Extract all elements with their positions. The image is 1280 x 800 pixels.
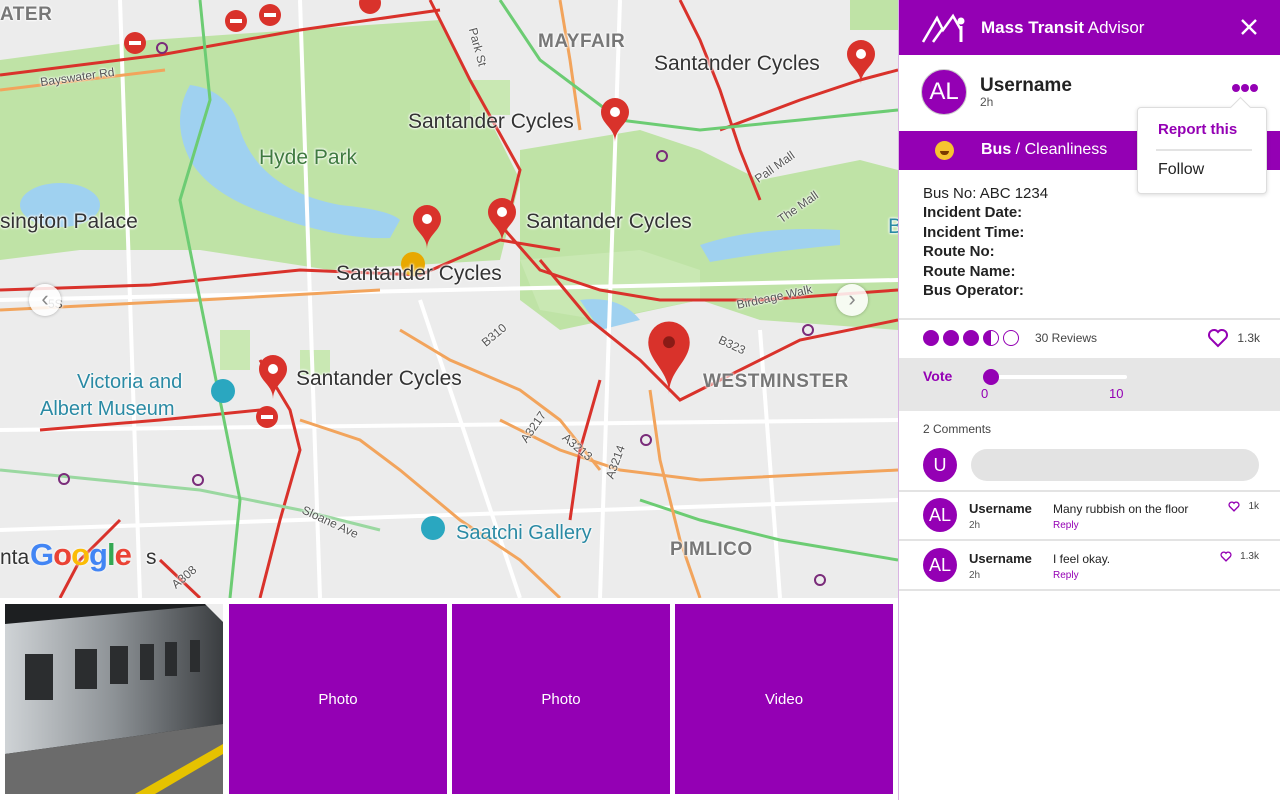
comment-time: 2h bbox=[969, 570, 981, 581]
rating-dot-icon bbox=[983, 330, 999, 346]
photo-tile[interactable]: Photo bbox=[452, 604, 670, 794]
rating-dot-icon bbox=[923, 330, 939, 346]
map-label: s bbox=[146, 546, 157, 569]
reply-link[interactable]: Reply bbox=[1053, 520, 1079, 531]
map-view[interactable]: ATER MAYFAIR Santander Cycles Santander … bbox=[0, 0, 898, 598]
map-pin-icon[interactable] bbox=[411, 205, 443, 249]
avatar[interactable]: AL bbox=[921, 69, 967, 115]
category-label: Bus / Cleanliness bbox=[981, 141, 1108, 158]
close-icon[interactable] bbox=[1236, 14, 1262, 40]
route-no-label: Route No: bbox=[923, 243, 995, 261]
comment-item: AL Username 2h Many rubbish on the floor… bbox=[899, 492, 1280, 541]
divider bbox=[899, 589, 1280, 591]
reply-link[interactable]: Reply bbox=[1053, 570, 1079, 581]
post-timestamp: 2h bbox=[980, 95, 994, 109]
map-label: nta bbox=[0, 546, 30, 569]
map-label-pimlico: PIMLICO bbox=[670, 539, 753, 560]
vote-min-label: 0 bbox=[981, 386, 989, 401]
likes-count: 1.3k bbox=[1237, 331, 1260, 345]
map-label-hyde-park: Hyde Park bbox=[259, 146, 358, 169]
comment-likes-count: 1.3k bbox=[1240, 551, 1259, 562]
heart-icon[interactable] bbox=[1228, 501, 1240, 512]
panel-header: Mass Transit Advisor bbox=[899, 0, 1280, 55]
likes[interactable]: 1.3k bbox=[1207, 328, 1260, 348]
avatar[interactable]: AL bbox=[923, 548, 957, 582]
map-pin-icon[interactable] bbox=[599, 98, 631, 142]
smile-emoji-icon bbox=[935, 141, 954, 160]
options-dropdown: Report this Follow bbox=[1137, 107, 1267, 194]
rating-dot-icon bbox=[963, 330, 979, 346]
previous-arrow-button[interactable]: ‹ bbox=[29, 284, 61, 316]
vote-slider-thumb[interactable] bbox=[983, 369, 999, 385]
incident-details: Bus No: ABC 1234 Incident Date: Incident… bbox=[923, 184, 1048, 300]
comment-username[interactable]: Username bbox=[969, 551, 1032, 566]
comment-input[interactable] bbox=[971, 449, 1259, 481]
map-label: ATER bbox=[0, 4, 53, 25]
map-label-kensington: sington Palace bbox=[0, 210, 138, 233]
comment-likes-count: 1k bbox=[1248, 501, 1259, 512]
map-pin-icon[interactable] bbox=[845, 40, 877, 84]
map-pin-icon[interactable] bbox=[257, 355, 289, 399]
comment-text: I feel okay. bbox=[1053, 552, 1111, 566]
map-label-santander: Santander Cycles bbox=[336, 262, 502, 285]
train-photo-image bbox=[5, 604, 223, 794]
map-label-santander: Santander Cycles bbox=[296, 367, 462, 390]
report-menu-item[interactable]: Report this bbox=[1158, 121, 1237, 138]
menu-divider bbox=[1156, 149, 1252, 151]
mass-transit-logo-icon bbox=[921, 13, 965, 43]
bus-no-value: ABC 1234 bbox=[976, 185, 1049, 202]
comment-item: AL Username 2h I feel okay. Reply 1.3k bbox=[899, 542, 1280, 591]
heart-icon[interactable] bbox=[1220, 551, 1232, 562]
vote-section: Vote 0 10 bbox=[899, 358, 1280, 411]
map-label-va-museum: Albert Museum bbox=[40, 398, 175, 420]
comment-time: 2h bbox=[969, 520, 981, 531]
comment-likes[interactable]: 1.3k bbox=[1220, 551, 1259, 562]
comment-likes[interactable]: 1k bbox=[1228, 501, 1259, 512]
google-logo: Google bbox=[30, 537, 132, 572]
rating-dot-icon bbox=[943, 330, 959, 346]
divider bbox=[899, 539, 1280, 541]
rating: 30 Reviews bbox=[923, 330, 1097, 346]
next-arrow-button[interactable]: › bbox=[836, 284, 868, 316]
map-label-santander: Santander Cycles bbox=[654, 52, 820, 75]
comments-count: 2 Comments bbox=[923, 422, 992, 436]
train-photo[interactable] bbox=[5, 604, 223, 794]
media-strip: Photo Photo Video bbox=[0, 598, 898, 800]
vote-max-label: 10 bbox=[1109, 386, 1124, 401]
heart-icon[interactable] bbox=[1207, 328, 1229, 348]
more-options-button[interactable] bbox=[1232, 76, 1258, 99]
incident-date-label: Incident Date: bbox=[923, 204, 1023, 222]
bus-operator-label: Bus Operator: bbox=[923, 282, 1024, 300]
comment-username[interactable]: Username bbox=[969, 501, 1032, 516]
comment-text: Many rubbish on the floor bbox=[1053, 502, 1189, 516]
rating-dot-icon bbox=[1003, 330, 1019, 346]
bus-no-label: Bus No: bbox=[923, 185, 977, 202]
route-name-label: Route Name: bbox=[923, 262, 1016, 280]
selected-location-pin-icon[interactable] bbox=[645, 320, 693, 394]
report-panel: Mass Transit Advisor AL Username 2h Bus … bbox=[898, 0, 1280, 800]
divider bbox=[899, 318, 1280, 320]
photo-tile[interactable]: Photo bbox=[229, 604, 447, 794]
ellipsis-icon bbox=[1232, 84, 1258, 92]
current-user-avatar: U bbox=[923, 448, 957, 482]
map-pin-icon[interactable] bbox=[486, 198, 518, 242]
map-label-santander: Santander Cycles bbox=[526, 210, 692, 233]
map-label: B bbox=[888, 215, 898, 238]
vote-slider[interactable] bbox=[983, 369, 1127, 385]
avatar[interactable]: AL bbox=[923, 498, 957, 532]
incident-time-label: Incident Time: bbox=[923, 223, 1025, 241]
map-label-santander: Santander Cycles bbox=[408, 110, 574, 133]
video-tile[interactable]: Video bbox=[675, 604, 893, 794]
follow-menu-item[interactable]: Follow bbox=[1158, 161, 1204, 179]
app-title: Mass Transit Advisor bbox=[981, 17, 1145, 37]
map-label-westminster: WESTMINSTER bbox=[703, 371, 849, 392]
map-label-saatchi: Saatchi Gallery bbox=[456, 522, 592, 544]
map-label-mayfair: MAYFAIR bbox=[538, 31, 626, 52]
reviews-count[interactable]: 30 Reviews bbox=[1035, 331, 1097, 345]
vote-label: Vote bbox=[923, 368, 953, 384]
map-label-va-museum: Victoria and bbox=[77, 371, 183, 393]
post-username[interactable]: Username bbox=[980, 75, 1072, 97]
